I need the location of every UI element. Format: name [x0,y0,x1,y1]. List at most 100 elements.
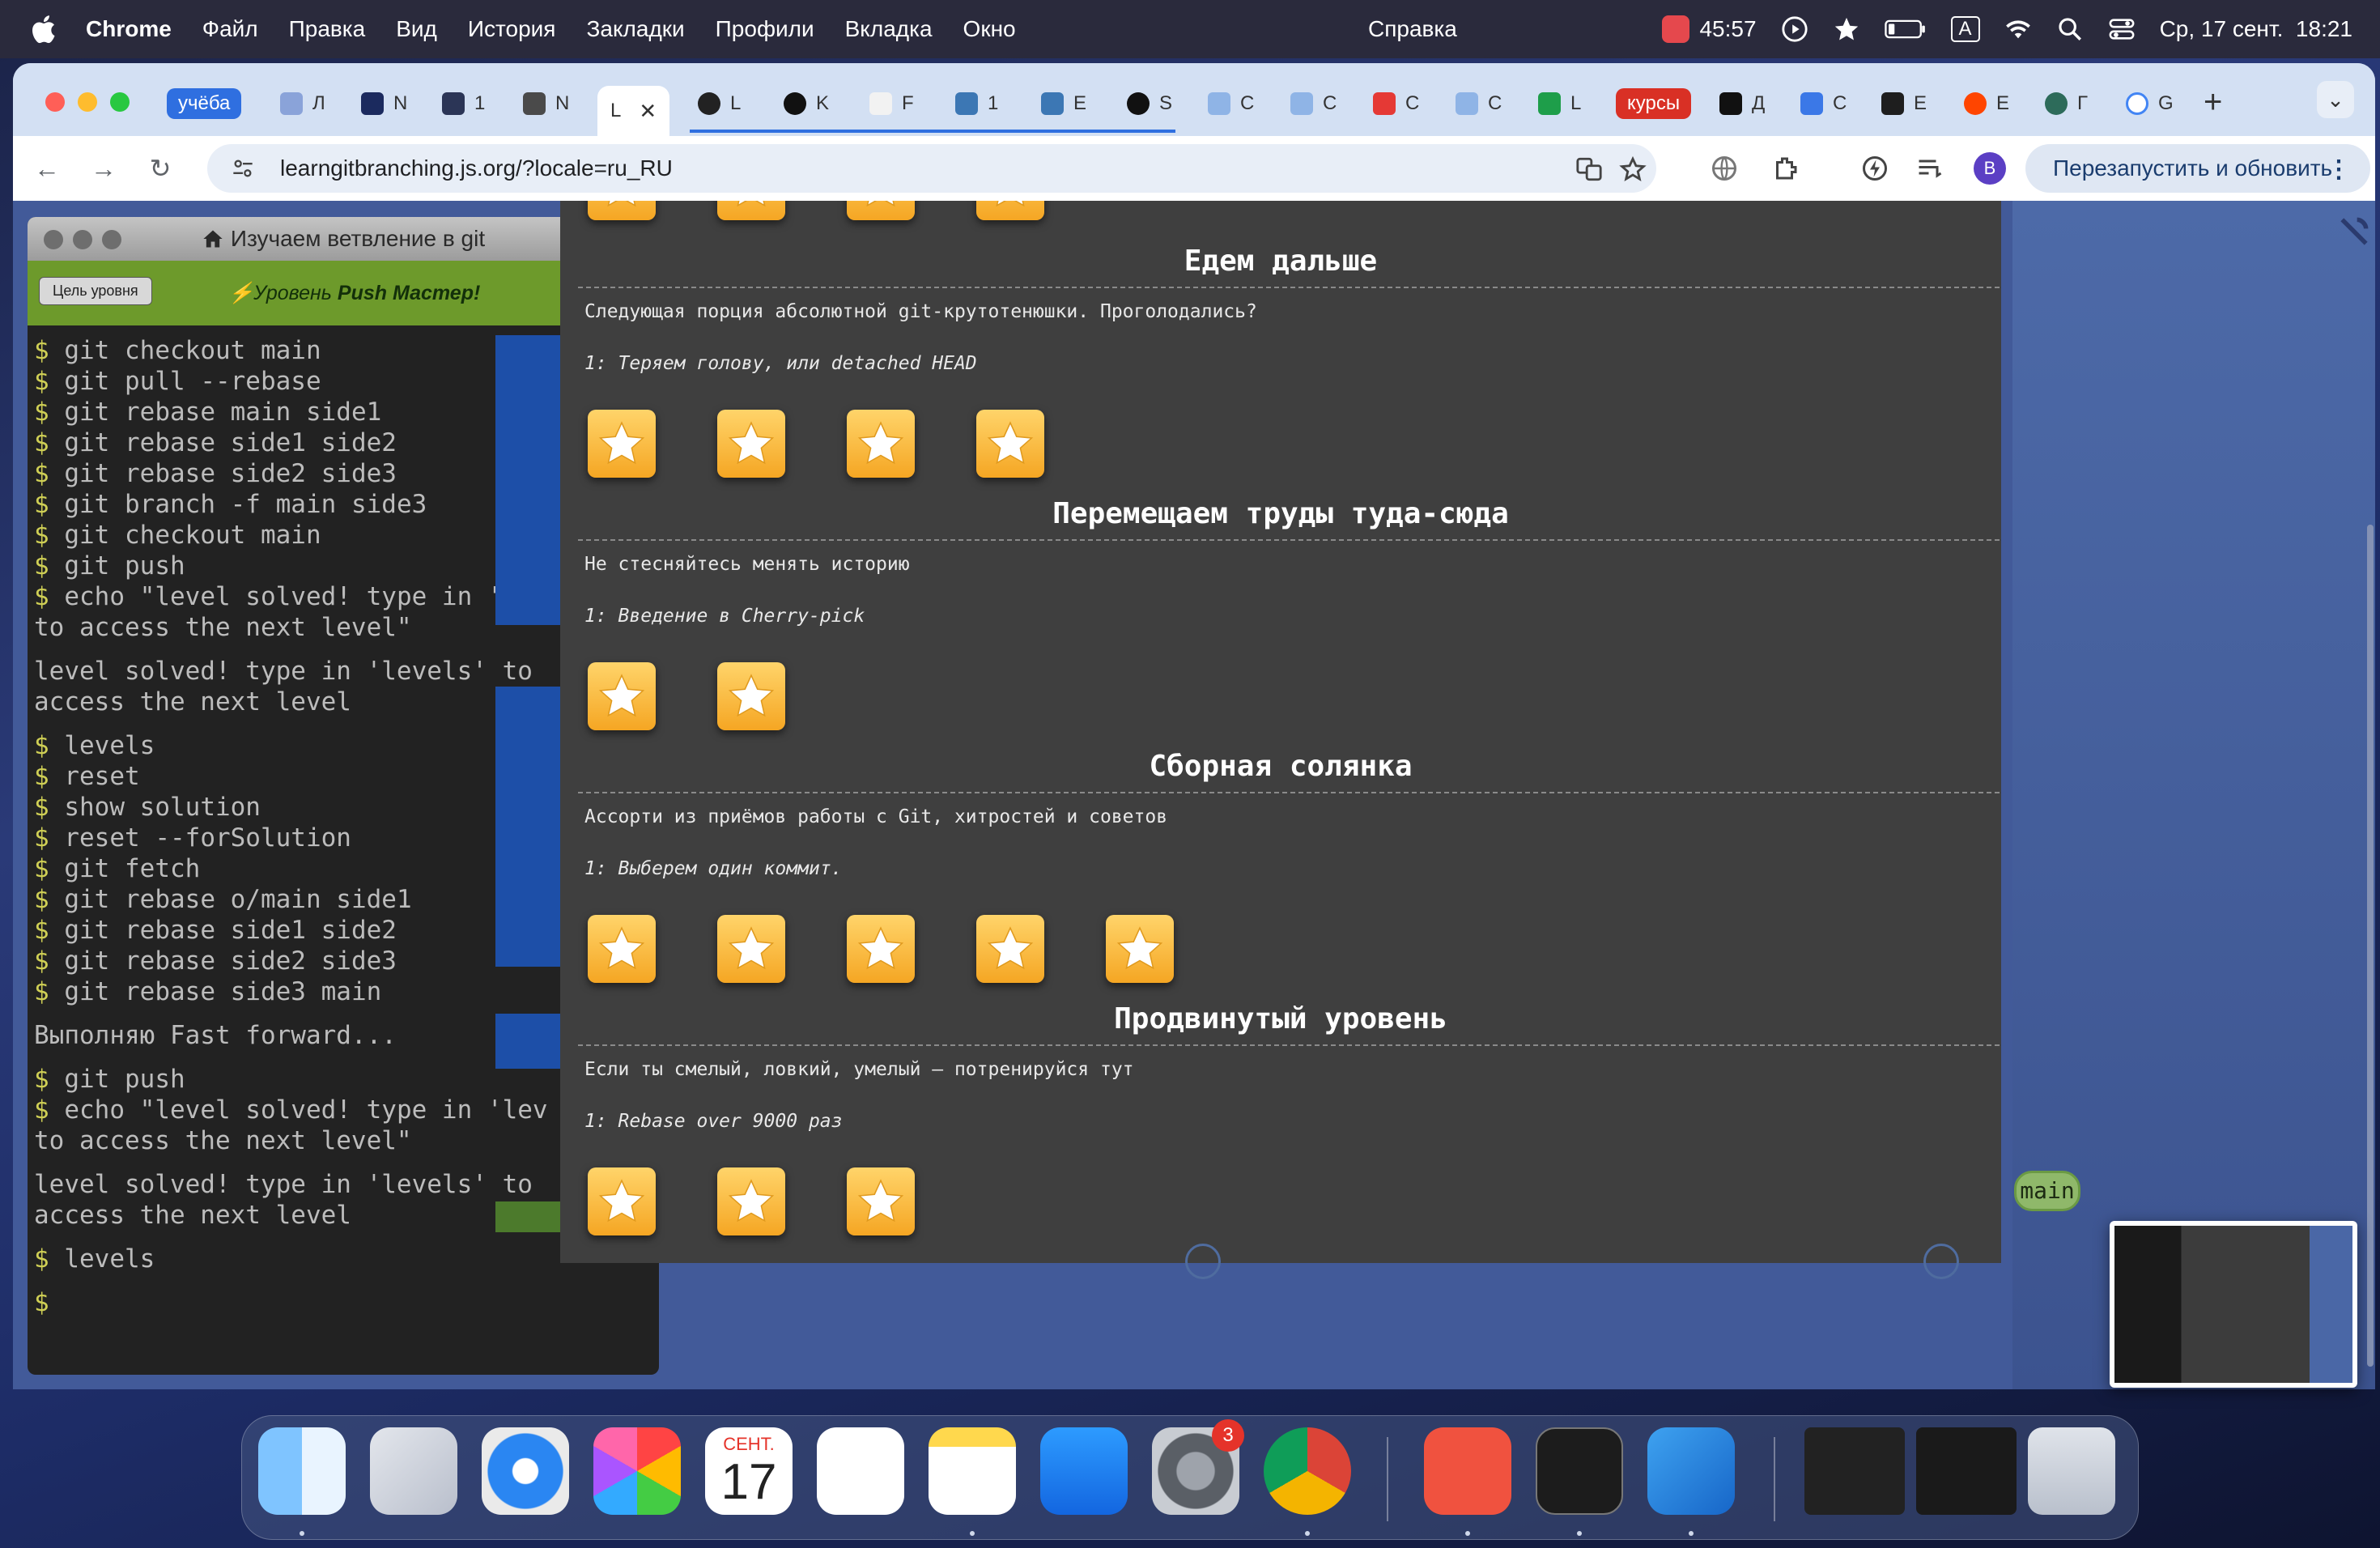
level-star-button[interactable] [588,915,656,983]
level-star-button[interactable] [847,1167,915,1235]
clock-datetime[interactable]: Ср, 17 сент. 18:21 [2160,16,2352,42]
close-window-button[interactable] [45,92,65,112]
bookmark-star-icon[interactable] [1619,155,1647,183]
tab-item[interactable]: Г [2037,84,2088,123]
extensions-icon[interactable] [1771,154,1800,183]
reminders-icon[interactable] [817,1427,904,1515]
level-star-button[interactable] [717,662,785,730]
tab-active[interactable]: L ✕ [597,86,670,136]
new-tab-button[interactable]: + [2204,84,2222,121]
level-star-button[interactable] [976,915,1044,983]
forward-button[interactable]: → [89,154,118,183]
minimize-window-button[interactable] [78,92,97,112]
menu-view[interactable]: Вид [396,16,437,42]
level-star-button[interactable] [717,201,785,220]
level-star-button[interactable] [717,1167,785,1235]
tab-item[interactable]: N [353,84,407,123]
timer-app-icon[interactable] [1424,1427,1511,1515]
menu-tab[interactable]: Вкладка [845,16,933,42]
launchpad-icon[interactable] [370,1427,457,1515]
tab-item[interactable]: E [1956,84,2009,123]
level-star-button[interactable] [1106,915,1174,983]
tab-item[interactable]: Д [1711,84,1765,123]
play-circle-icon[interactable] [1781,15,1808,43]
tab-item[interactable]: F [861,84,914,123]
terminal-maximize-button[interactable] [102,230,121,249]
reading-list-icon[interactable] [1915,154,1944,183]
tab-item[interactable]: C [1792,84,1847,123]
level-star-button[interactable] [976,201,1044,220]
tab-item[interactable]: L [690,84,741,123]
tab-search-button[interactable]: ⌄ [2317,81,2354,118]
menu-profiles[interactable]: Профили [716,16,814,42]
tab-group-courses[interactable]: курсы [1616,88,1692,119]
commit-node[interactable] [1185,1244,1221,1279]
search-icon[interactable] [2056,15,2084,43]
performance-icon[interactable] [1860,154,1889,183]
trash-icon[interactable] [2028,1427,2115,1515]
level-star-button[interactable] [588,201,656,220]
globe-icon[interactable] [1710,154,1739,183]
level-star-button[interactable] [588,662,656,730]
level-star-button[interactable] [847,201,915,220]
battery-icon[interactable] [1884,15,1927,43]
level-star-button[interactable] [717,915,785,983]
menu-file[interactable]: Файл [202,16,258,42]
tab-item[interactable]: C [1200,84,1254,123]
tab-item[interactable]: K [776,84,829,123]
app-store-icon[interactable] [1040,1427,1128,1515]
commit-node[interactable] [1923,1244,1959,1279]
star-icon[interactable] [1833,15,1860,43]
window-preview-thumbnail[interactable] [2110,1221,2357,1388]
safari-icon[interactable] [482,1427,569,1515]
branch-label-main[interactable]: main [2014,1171,2080,1211]
more-menu-icon[interactable]: ⋮ [2327,155,2351,184]
menu-app-name[interactable]: Chrome [86,16,172,42]
tab-item[interactable]: C [1447,84,1502,123]
tab-item[interactable]: C [1282,84,1337,123]
translate-icon[interactable] [1575,155,1603,183]
terminal-minimize-button[interactable] [73,230,92,249]
minimized-timer-window[interactable] [1916,1427,2017,1515]
address-bar[interactable]: learngitbranching.js.org/?locale=ru_RU [207,144,1656,193]
tab-item[interactable]: G [2118,84,2174,123]
profile-avatar[interactable]: B [1974,152,2006,185]
site-settings-icon[interactable] [232,157,254,180]
tab-item[interactable]: C [1365,84,1419,123]
level-star-button[interactable] [588,410,656,478]
level-star-button[interactable] [717,410,785,478]
close-tab-icon[interactable]: ✕ [639,99,657,124]
menu-window[interactable]: Окно [963,16,1016,42]
back-button[interactable]: ← [32,154,62,183]
tab-item[interactable]: S [1119,84,1172,123]
chrome-icon[interactable] [1264,1427,1351,1515]
reload-button[interactable]: ↻ [146,154,175,183]
menu-help[interactable]: Справка [1368,16,1457,42]
notes-icon[interactable] [929,1427,1016,1515]
terminal-icon[interactable] [1536,1427,1623,1515]
menu-bookmarks[interactable]: Закладки [586,16,684,42]
level-star-button[interactable] [847,410,915,478]
finder-icon[interactable] [258,1427,346,1515]
tab-item[interactable]: N [515,84,569,123]
terminal-close-button[interactable] [44,230,63,249]
command-input[interactable]: $ [34,1287,659,1318]
apple-icon[interactable] [29,14,57,45]
photos-icon[interactable] [593,1427,681,1515]
timer-widget[interactable]: 45:57 [1662,15,1757,43]
tab-item[interactable]: L [1530,84,1581,123]
tab-item[interactable]: E [1873,84,1927,123]
level-star-button[interactable] [847,915,915,983]
system-settings-icon[interactable]: 3 [1152,1419,1244,1515]
tab-item[interactable]: 1 [947,84,998,123]
level-goal-button[interactable]: Цель уровня [39,277,152,305]
tab-item[interactable]: E [1033,84,1086,123]
input-source-indicator[interactable]: A [1950,16,1980,42]
page-scrollbar[interactable] [2367,525,2374,1367]
relaunch-update-button[interactable]: Перезапустить и обновить ⋮ [2025,144,2370,193]
menu-edit[interactable]: Правка [289,16,366,42]
level-star-button[interactable] [588,1167,656,1235]
control-center-icon[interactable] [2108,15,2136,43]
tab-group-study[interactable]: учёба [167,88,242,119]
vscode-icon[interactable] [1647,1427,1735,1515]
